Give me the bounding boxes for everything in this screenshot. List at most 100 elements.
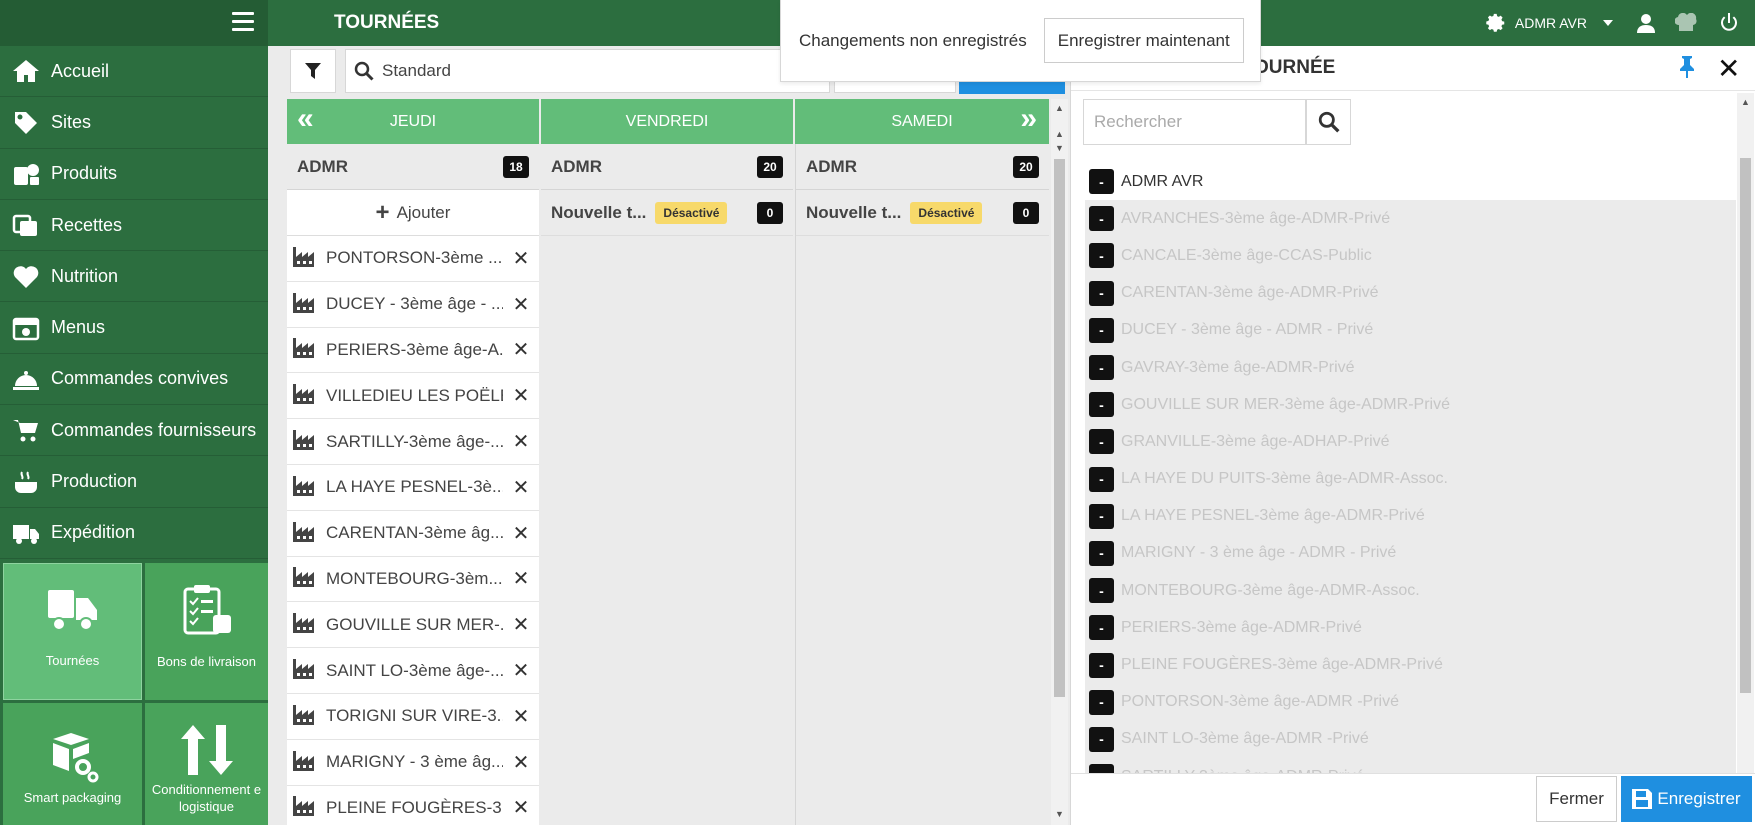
site-option[interactable]: - DUCEY - 3ème âge - ADMR - Privé bbox=[1085, 311, 1736, 349]
save-button[interactable]: Enregistrer bbox=[1621, 776, 1752, 822]
site-row[interactable]: VILLEDIEU LES POËLE...✕ bbox=[287, 373, 539, 420]
remove-icon[interactable]: ✕ bbox=[503, 704, 539, 729]
settings-button[interactable] bbox=[1485, 0, 1507, 46]
tile-tournees[interactable]: Tournées bbox=[3, 563, 142, 700]
checkbox[interactable]: - bbox=[1089, 392, 1114, 418]
sidebar-item-commandes-convives[interactable]: Commandes convives bbox=[0, 354, 268, 406]
add-site-button[interactable]: + Ajouter bbox=[287, 190, 539, 236]
sidebar-item-accueil[interactable]: Accueil bbox=[0, 46, 268, 98]
site-row[interactable]: PLEINE FOUGÈRES-3... ✕ bbox=[287, 785, 539, 825]
site-row[interactable]: LA HAYE PESNEL-3è... ✕ bbox=[287, 464, 539, 511]
site-search-button[interactable] bbox=[1306, 99, 1351, 145]
user-menu[interactable]: ADMR AVR bbox=[1515, 0, 1613, 46]
tour-card[interactable]: Nouvelle t... Désactivé 0 bbox=[796, 190, 1049, 236]
sidebar-item-recettes[interactable]: Recettes bbox=[0, 200, 268, 252]
checkbox[interactable]: - bbox=[1089, 503, 1114, 529]
group-header[interactable]: ADMR 20 bbox=[541, 144, 793, 190]
site-row[interactable]: CARENTAN-3ème âg... ✕ bbox=[287, 510, 539, 557]
site-option[interactable]: - CARENTAN-3ème âge-ADMR-Privé bbox=[1085, 274, 1736, 312]
tour-card[interactable]: Nouvelle t... Désactivé 0 bbox=[541, 190, 793, 236]
site-row[interactable]: SARTILLY-3ème âge-... ✕ bbox=[287, 419, 539, 465]
sidebar-item-sites[interactable]: Sites bbox=[0, 97, 268, 149]
remove-icon[interactable]: ✕ bbox=[503, 429, 539, 454]
chef-button[interactable] bbox=[1675, 0, 1697, 46]
checkbox[interactable]: - bbox=[1089, 429, 1114, 455]
scrollbar-thumb[interactable] bbox=[1054, 159, 1065, 697]
site-option[interactable]: - LA HAYE PESNEL-3ème âge-ADMR-Privé bbox=[1085, 497, 1736, 535]
remove-icon[interactable]: ✕ bbox=[503, 658, 539, 683]
profile-button[interactable] bbox=[1637, 0, 1655, 46]
site-option[interactable]: - ADMR AVR bbox=[1085, 163, 1736, 201]
remove-icon[interactable]: ✕ bbox=[503, 383, 539, 408]
scrollbar-thumb[interactable] bbox=[1740, 158, 1751, 693]
site-option[interactable]: - PLEINE FOUGÈRES-3ème âge-ADMR-Privé bbox=[1085, 646, 1736, 684]
site-option[interactable]: - GRANVILLE-3ème âge-ADHAP-Privé bbox=[1085, 423, 1736, 461]
sidebar-item-nutrition[interactable]: Nutrition bbox=[0, 251, 268, 303]
view-search-input[interactable]: Standard bbox=[345, 49, 830, 93]
site-option[interactable]: - GOUVILLE SUR MER-3ème âge-ADMR-Privé bbox=[1085, 386, 1736, 424]
panel-scrollbar[interactable]: ▲ ▼ bbox=[1737, 93, 1754, 820]
scroll-up-icon[interactable]: ▲ bbox=[1055, 103, 1064, 113]
site-option[interactable]: - AVRANCHES-3ème âge-ADMR-Privé bbox=[1085, 200, 1736, 238]
sidebar-item-exp-dition[interactable]: Expédition bbox=[0, 508, 268, 559]
site-option[interactable]: - LA HAYE DU PUITS-3ème âge-ADMR-Assoc. bbox=[1085, 460, 1736, 498]
columns-scrollbar[interactable]: ▲ ▲ ▼ ▼ bbox=[1051, 99, 1068, 825]
checkbox[interactable]: - bbox=[1089, 206, 1114, 232]
sidebar-item-produits[interactable]: Produits bbox=[0, 149, 268, 200]
tile-smart-packaging[interactable]: Smart packaging bbox=[3, 703, 142, 825]
tile-conditionnement[interactable]: Conditionnement e logistique bbox=[145, 703, 268, 825]
save-now-button[interactable]: Enregistrer maintenant bbox=[1043, 18, 1244, 63]
sidebar-item-production[interactable]: Production bbox=[0, 456, 268, 508]
remove-icon[interactable]: ✕ bbox=[503, 292, 539, 317]
site-row[interactable]: SAINT LO-3ème âge-... ✕ bbox=[287, 648, 539, 694]
next-days-icon[interactable]: » bbox=[1020, 102, 1037, 136]
hamburger-menu-icon[interactable] bbox=[232, 12, 254, 32]
site-row[interactable]: PERIERS-3ème âge-A... ✕ bbox=[287, 327, 539, 374]
group-header[interactable]: ADMR 18 bbox=[287, 144, 539, 190]
site-option[interactable]: - CANCALE-3ème âge-CCAS-Public bbox=[1085, 237, 1736, 275]
tile-bons-de-livraison[interactable]: Bons de livraison bbox=[145, 563, 268, 700]
close-icon[interactable]: ✕ bbox=[1717, 52, 1740, 85]
site-option[interactable]: - MARIGNY - 3 ème âge - ADMR - Privé bbox=[1085, 534, 1736, 573]
remove-icon[interactable]: ✕ bbox=[503, 475, 539, 500]
checkbox[interactable]: - bbox=[1089, 689, 1114, 715]
site-row[interactable]: GOUVILLE SUR MER-... ✕ bbox=[287, 602, 539, 649]
checkbox[interactable]: - bbox=[1089, 243, 1114, 269]
previous-days-icon[interactable]: « bbox=[297, 102, 314, 136]
site-option[interactable]: - PONTORSON-3ème âge-ADMR -Privé bbox=[1085, 683, 1736, 721]
site-row[interactable]: MONTEBOURG-3èm... ✕ bbox=[287, 556, 539, 603]
checkbox[interactable]: - bbox=[1089, 280, 1114, 306]
remove-icon[interactable]: ✕ bbox=[503, 521, 539, 546]
site-search-input[interactable] bbox=[1083, 99, 1306, 145]
site-option[interactable]: - SAINT LO-3ème âge-ADMR -Privé bbox=[1085, 720, 1736, 758]
sidebar-item-commandes-fournisseurs[interactable]: Commandes fournisseurs bbox=[0, 405, 268, 457]
checkbox[interactable]: - bbox=[1089, 540, 1114, 566]
remove-icon[interactable]: ✕ bbox=[503, 566, 539, 591]
remove-icon[interactable]: ✕ bbox=[503, 750, 539, 775]
logout-button[interactable] bbox=[1719, 0, 1739, 46]
checkbox[interactable]: - bbox=[1089, 726, 1114, 752]
site-option[interactable]: - MONTEBOURG-3ème âge-ADMR-Assoc. bbox=[1085, 572, 1736, 610]
scroll-down-icon[interactable]: ▼ bbox=[1055, 809, 1064, 819]
remove-icon[interactable]: ✕ bbox=[503, 246, 539, 271]
checkbox[interactable]: - bbox=[1089, 578, 1114, 604]
checkbox[interactable]: - bbox=[1089, 355, 1114, 381]
close-button[interactable]: Fermer bbox=[1536, 776, 1617, 822]
remove-icon[interactable]: ✕ bbox=[503, 612, 539, 637]
site-option[interactable]: - PERIERS-3ème âge-ADMR-Privé bbox=[1085, 609, 1736, 647]
sidebar-item-menus[interactable]: Menus bbox=[0, 302, 268, 354]
site-row[interactable]: MARIGNY - 3 ème âg... ✕ bbox=[287, 739, 539, 786]
site-row[interactable]: DUCEY - 3ème âge - ... ✕ bbox=[287, 281, 539, 328]
pin-icon[interactable] bbox=[1677, 56, 1697, 83]
checkbox[interactable]: - bbox=[1089, 615, 1114, 641]
site-row[interactable]: PONTORSON-3ème ... ✕ bbox=[287, 236, 539, 282]
filter-action-button[interactable] bbox=[959, 82, 1065, 94]
remove-icon[interactable]: ✕ bbox=[503, 795, 539, 820]
scroll-up-icon[interactable]: ▲ bbox=[1055, 129, 1064, 139]
checkbox[interactable]: - bbox=[1089, 652, 1114, 678]
site-option[interactable]: - GAVRAY-3ème âge-ADMR-Privé bbox=[1085, 348, 1736, 387]
filter-button[interactable] bbox=[290, 49, 336, 93]
site-row[interactable]: TORIGNI SUR VIRE-3... ✕ bbox=[287, 693, 539, 740]
scroll-down-icon[interactable]: ▼ bbox=[1055, 143, 1064, 153]
checkbox[interactable]: - bbox=[1089, 169, 1114, 195]
